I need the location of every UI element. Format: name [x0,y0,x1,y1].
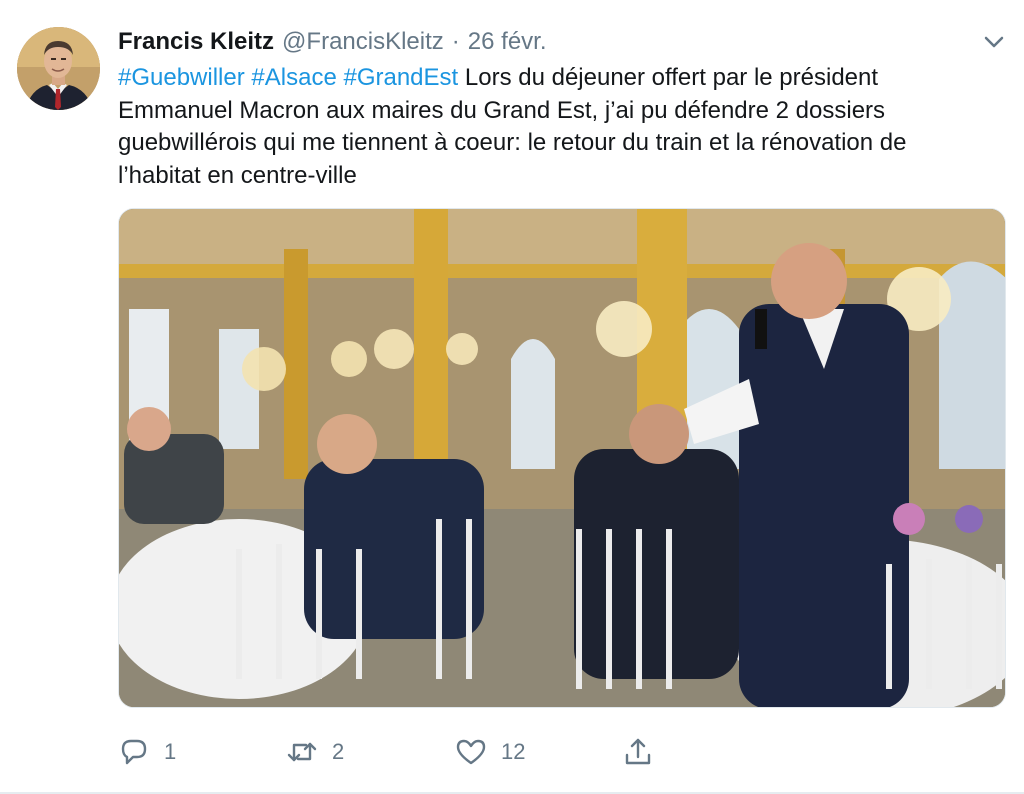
share-icon [625,738,651,765]
avatar[interactable] [17,27,100,110]
reply-icon [121,739,147,765]
tweet-text-line-3: guebwillérois qui me tiennent à coeur: l… [118,129,907,156]
reply-count: 1 [164,739,177,764]
retweet-button[interactable]: 2 [286,730,344,774]
separator-dot: · [451,28,460,55]
tweet-text-line-2: Emmanuel Macron aux maires du Grand Est,… [118,96,886,124]
tweet-text-line-4: l’habitat en centre-ville [118,161,357,189]
tweet: Francis Kleitz @FrancisKleitz · 26 févr.… [0,0,1024,794]
author-handle[interactable]: @FrancisKleitz [282,28,444,56]
tweet-actions: 1 2 12 [0,730,1024,774]
tweet-photo[interactable] [118,208,1006,708]
hashtag-link[interactable]: #GrandEst [343,64,458,91]
retweet-count: 2 [332,739,345,764]
reply-button[interactable]: 1 [118,730,176,774]
heart-icon [456,739,486,765]
tweet-text: #Guebwiller #Alsace #GrandEst Lors du dé… [118,62,998,192]
share-button[interactable] [622,730,668,774]
author-name[interactable]: Francis Kleitz [118,28,274,56]
tweet-text-line-1: #Guebwiller #Alsace #GrandEst Lors du dé… [118,62,998,95]
hashtag-link[interactable]: #Guebwiller [118,64,245,91]
like-count: 12 [501,739,526,764]
chevron-down-icon[interactable] [982,32,1006,52]
tweet-text-segment: Lors du déjeuner offert par le président [464,64,879,91]
tweet-date[interactable]: 26 févr. [468,28,547,56]
retweet-icon [287,742,317,762]
tweet-header: Francis Kleitz @FrancisKleitz · 26 févr. [118,27,547,57]
avatar-image [17,27,100,110]
like-button[interactable]: 12 [455,730,525,774]
photo-image [119,209,1005,707]
hashtag-link[interactable]: #Alsace [251,64,336,91]
